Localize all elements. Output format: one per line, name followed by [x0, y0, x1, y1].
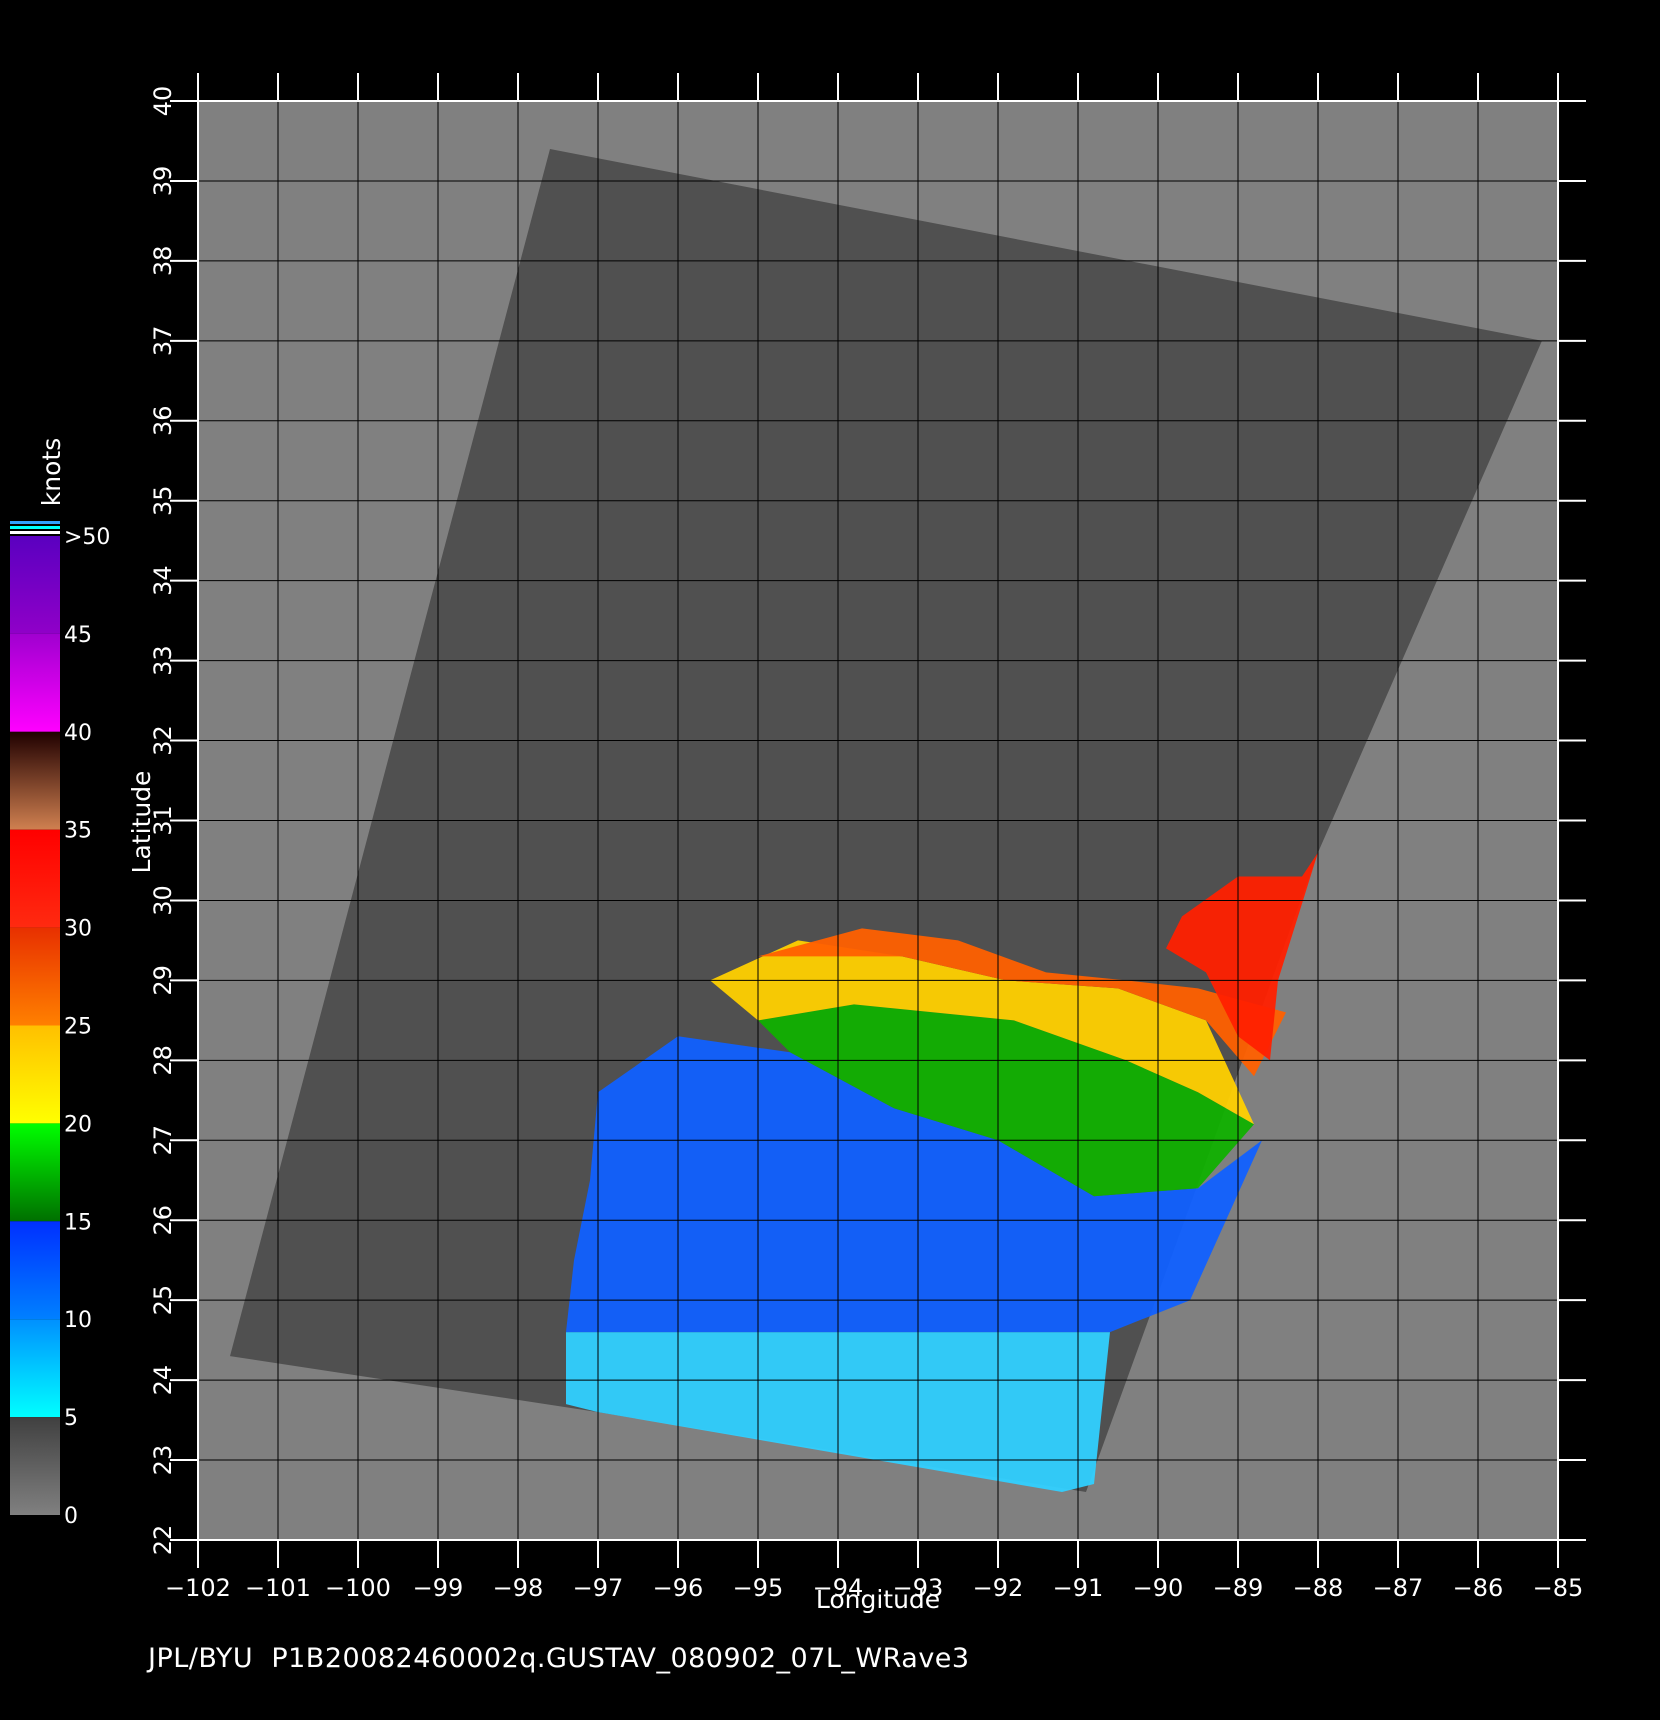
colorbar-cap-cyan	[10, 526, 60, 529]
longitude-tick-label: −98	[493, 1574, 544, 1602]
longitude-tick-label: −102	[165, 1574, 231, 1602]
latitude-tick-label: 29	[149, 965, 177, 996]
product-identifier-footer: JPL/BYU P1B20082460002q.GUSTAV_080902_07…	[148, 1643, 970, 1674]
colorbar-band	[10, 633, 60, 732]
colorbar-band	[10, 731, 60, 830]
longitude-tick-label: −91	[1053, 1574, 1104, 1602]
colorbar-band	[10, 1417, 60, 1515]
colorbar: >50 45 40 35 30 25 20 15 10 5 0 knots	[10, 438, 110, 1529]
colorbar-bands	[10, 536, 60, 1515]
colorbar-band	[10, 1319, 60, 1418]
latitude-tick-label: 40	[149, 86, 177, 117]
colorbar-cap-white	[10, 531, 60, 534]
longitude-tick-label: −99	[413, 1574, 464, 1602]
latitude-tick-label: 27	[149, 1125, 177, 1156]
plot-area	[197, 100, 1559, 1541]
colorbar-band	[10, 1123, 60, 1222]
colorbar-label: 30	[64, 917, 92, 942]
wind-speed-map: −102 −101 −100 −99 −98 −97 −96 −95 −94 −93 −92 −91−…	[10, 73, 1586, 1614]
latitude-tick-label: 28	[149, 1045, 177, 1076]
latitude-tick-label: 34	[149, 565, 177, 596]
colorbar-band	[10, 829, 60, 928]
latitude-tick-label: 32	[149, 725, 177, 756]
colorbar-band	[10, 1025, 60, 1124]
latitude-tick-label: 35	[149, 485, 177, 516]
longitude-tick-label: −87	[1373, 1574, 1424, 1602]
latitude-tick-label: 23	[149, 1445, 177, 1476]
x-axis-label: Longitude	[816, 1585, 940, 1614]
longitude-tick-label: −85	[1533, 1574, 1584, 1602]
latitude-tick-label: 37	[149, 326, 177, 357]
colorbar-label: 25	[64, 1015, 92, 1040]
latitude-tick-label: 33	[149, 645, 177, 676]
colorbar-label: 0	[64, 1504, 78, 1529]
longitude-tick-label: −97	[573, 1574, 624, 1602]
colorbar-band	[10, 536, 60, 634]
longitude-tick-label: −89	[1213, 1574, 1264, 1602]
latitude-tick-label: 26	[149, 1205, 177, 1236]
colorbar-label: 10	[64, 1308, 92, 1333]
colorbar-label: >50	[64, 525, 110, 550]
colorbar-band	[10, 1221, 60, 1320]
colorbar-label: 35	[64, 819, 92, 844]
latitude-tick-label: 22	[149, 1525, 177, 1556]
colorbar-label: 40	[64, 721, 92, 746]
longitude-tick-label: −90	[1133, 1574, 1184, 1602]
colorbar-label: 45	[64, 623, 92, 648]
latitude-tick-label: 38	[149, 246, 177, 277]
longitude-tick-label: −88	[1293, 1574, 1344, 1602]
colorbar-cap-blue	[10, 521, 60, 524]
latitude-tick-label: 25	[149, 1285, 177, 1316]
colorbar-labels: >50 45 40 35 30 25 20 15 10 5 0	[64, 525, 110, 1529]
colorbar-band	[10, 927, 60, 1026]
latitude-tick-label: 30	[149, 885, 177, 916]
latitude-tick-label: 39	[149, 166, 177, 197]
colorbar-label: 5	[64, 1406, 78, 1431]
longitude-tick-label: −86	[1453, 1574, 1504, 1602]
latitude-tick-label: 24	[149, 1365, 177, 1396]
colorbar-label: 20	[64, 1112, 92, 1137]
longitude-tick-label: −95	[733, 1574, 784, 1602]
colorbar-title: knots	[37, 438, 66, 506]
longitude-tick-label: −92	[973, 1574, 1024, 1602]
latitude-tick-label: 36	[149, 406, 177, 437]
longitude-tick-label: −96	[653, 1574, 704, 1602]
colorbar-label: 15	[64, 1210, 92, 1235]
y-axis-label: Latitude	[127, 771, 156, 874]
longitude-tick-label: −100	[325, 1574, 391, 1602]
longitude-tick-label: −101	[245, 1574, 311, 1602]
